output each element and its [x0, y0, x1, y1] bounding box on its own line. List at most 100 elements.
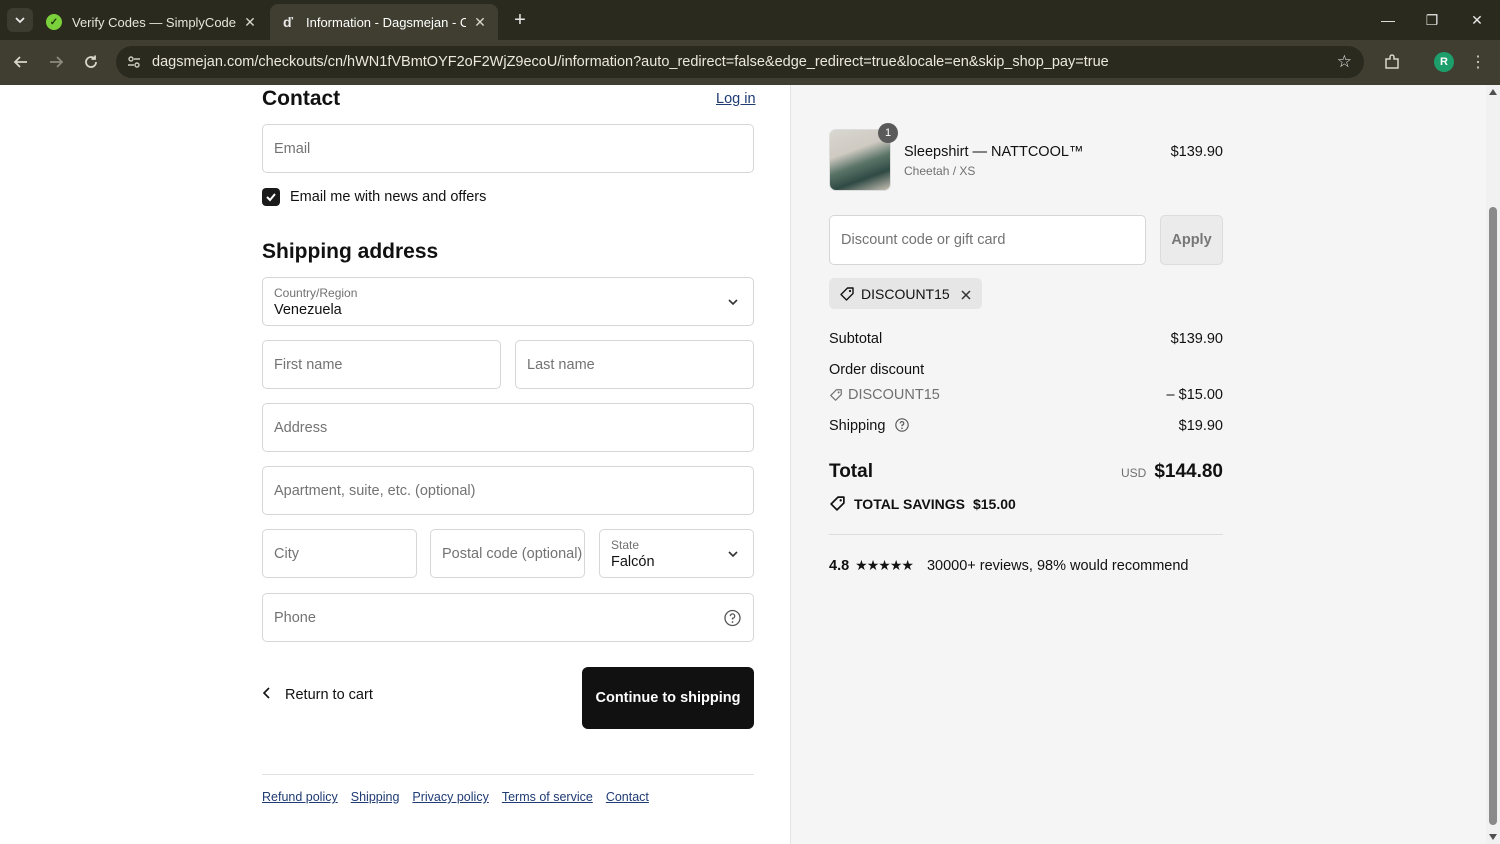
tag-icon	[829, 495, 846, 512]
postal-code-field[interactable]: Postal code (optional)	[430, 529, 585, 578]
total-currency: USD	[1120, 466, 1147, 480]
extensions-icon[interactable]	[1380, 50, 1404, 74]
scroll-up-arrow-icon[interactable]	[1489, 89, 1497, 95]
minimize-icon[interactable]: —	[1366, 0, 1410, 40]
newsletter-checkbox[interactable]	[262, 188, 280, 206]
close-tab-icon[interactable]: ✕	[472, 14, 488, 31]
shipping-label: Shipping	[829, 418, 886, 434]
scroll-down-arrow-icon[interactable]	[1489, 834, 1497, 840]
contact-link[interactable]: Contact	[606, 790, 649, 804]
close-window-icon[interactable]: ✕	[1455, 0, 1499, 40]
footer-links: Refund policy Shipping Privacy policy Te…	[262, 790, 649, 804]
continue-to-shipping-button[interactable]: Continue to shipping	[582, 667, 754, 729]
city-field[interactable]: City	[262, 529, 417, 578]
postal-placeholder: Postal code (optional)	[442, 545, 583, 562]
chevron-down-icon	[727, 296, 739, 308]
first-name-field[interactable]: First name	[262, 340, 501, 389]
country-value: Venezuela	[274, 302, 342, 318]
remove-discount-icon[interactable]	[960, 288, 972, 300]
order-discount-code: DISCOUNT15	[848, 387, 940, 403]
order-summary-column: 1 Sleepshirt — NATTCOOL™ Cheetah / XS $1…	[791, 85, 1486, 844]
discount-code-input[interactable]: Discount code or gift card	[829, 215, 1146, 265]
country-select[interactable]: Country/Region Venezuela	[262, 277, 754, 326]
site-settings-icon[interactable]	[116, 54, 152, 70]
chevron-down-icon	[727, 548, 739, 560]
savings-value: $15.00	[972, 495, 1016, 512]
reload-icon[interactable]	[79, 50, 103, 74]
discount-placeholder: Discount code or gift card	[841, 232, 1006, 248]
address-field[interactable]: Address	[262, 403, 754, 452]
product-variant: Cheetah / XS	[904, 164, 976, 178]
contact-heading: Contact	[262, 87, 341, 110]
back-arrow-icon[interactable]	[9, 50, 33, 74]
product-name: Sleepshirt — NATTCOOL™	[904, 144, 1084, 160]
product-price: $139.90	[1170, 144, 1223, 160]
help-circle-icon[interactable]	[724, 609, 741, 626]
subtotal-label: Subtotal	[829, 331, 883, 347]
order-discount-value: – $15.00	[1166, 387, 1223, 403]
profile-avatar[interactable]: R	[1434, 52, 1454, 72]
email-placeholder: Email	[274, 140, 311, 157]
forward-arrow-icon[interactable]	[44, 50, 68, 74]
chevron-left-icon	[262, 687, 276, 703]
scrollbar-thumb[interactable]	[1489, 207, 1497, 825]
browser-menu-icon[interactable]: ⋮	[1468, 50, 1488, 74]
login-link[interactable]: Log in	[716, 91, 756, 107]
address-placeholder: Address	[274, 419, 328, 436]
last-name-field[interactable]: Last name	[515, 340, 754, 389]
close-tab-icon[interactable]: ✕	[242, 14, 258, 31]
tag-icon	[829, 388, 843, 402]
browser-tab-bar: ✓ Verify Codes — SimplyCodes ✕ ď Informa…	[0, 0, 1500, 40]
phone-field[interactable]: Phone	[262, 593, 754, 642]
tab-verify-codes[interactable]: ✓ Verify Codes — SimplyCodes ✕	[36, 4, 268, 40]
bookmark-star-icon[interactable]: ☆	[1337, 52, 1352, 72]
privacy-policy-link[interactable]: Privacy policy	[412, 790, 488, 804]
applied-discount-chip: DISCOUNT15	[829, 278, 982, 309]
tab-dagsmejan-checkout[interactable]: ď Information - Dagsmejan - Checkout ✕	[270, 4, 498, 40]
reviews-text: 30000+ reviews, 98% would recommend	[926, 557, 1189, 574]
total-label: Total	[829, 461, 873, 482]
refund-policy-link[interactable]: Refund policy	[262, 790, 338, 804]
applied-discount-code: DISCOUNT15	[861, 285, 950, 302]
restore-icon[interactable]: ❐	[1410, 0, 1454, 40]
tab-title: Verify Codes — SimplyCodes	[72, 14, 236, 30]
tag-icon	[839, 286, 855, 302]
apartment-placeholder: Apartment, suite, etc. (optional)	[274, 482, 476, 499]
tab-title: Information - Dagsmejan - Checkout	[306, 14, 466, 30]
order-discount-label: Order discount	[829, 362, 925, 378]
help-circle-icon[interactable]	[895, 418, 910, 432]
reviews-summary: 4.8 ★★★★★ 30000+ reviews, 98% would reco…	[829, 557, 1188, 574]
country-label: Country/Region	[274, 286, 358, 300]
url-text: dagsmejan.com/checkouts/cn/hWN1fVBmtOYF2…	[152, 54, 1109, 70]
order-discount-code-row: DISCOUNT15 – $15.00	[829, 387, 1223, 403]
first-name-placeholder: First name	[274, 356, 343, 373]
shipping-policy-link[interactable]: Shipping	[351, 790, 400, 804]
subtotal-value: $139.90	[1170, 331, 1223, 347]
email-field[interactable]: Email	[262, 124, 754, 173]
new-tab-icon[interactable]: +	[508, 8, 532, 32]
state-select[interactable]: State Falcón	[599, 529, 754, 578]
terms-of-service-link[interactable]: Terms of service	[502, 790, 593, 804]
simplycodes-favicon-icon: ✓	[46, 14, 62, 30]
checkmark-icon	[266, 193, 276, 202]
return-to-cart-link[interactable]: Return to cart	[262, 687, 373, 703]
total-amount: USD $144.80	[1121, 461, 1223, 483]
browser-toolbar: dagsmejan.com/checkouts/cn/hWN1fVBmtOYF2…	[0, 40, 1500, 85]
apartment-field[interactable]: Apartment, suite, etc. (optional)	[262, 466, 754, 515]
total-savings: TOTAL SAVINGS $15.00	[829, 495, 1016, 512]
shipping-value: $19.90	[1178, 418, 1223, 434]
return-to-cart-label: Return to cart	[285, 687, 373, 703]
address-bar[interactable]: dagsmejan.com/checkouts/cn/hWN1fVBmtOYF2…	[116, 46, 1364, 78]
tab-search-button[interactable]	[7, 8, 33, 32]
state-label: State	[611, 538, 640, 552]
newsletter-checkbox-row[interactable]: Email me with news and offers	[262, 188, 486, 206]
state-value: Falcón	[611, 554, 655, 570]
dagsmejan-favicon-icon: ď	[282, 14, 294, 30]
page-scrollbar[interactable]	[1486, 85, 1500, 844]
city-placeholder: City	[274, 545, 299, 562]
shipping-row: Shipping $19.90	[829, 418, 1223, 434]
subtotal-row: Subtotal $139.90	[829, 331, 1223, 347]
last-name-placeholder: Last name	[527, 356, 595, 373]
checkout-form-column: Contact Log in Email Email me with news …	[0, 85, 791, 844]
apply-discount-button[interactable]: Apply	[1160, 215, 1223, 265]
